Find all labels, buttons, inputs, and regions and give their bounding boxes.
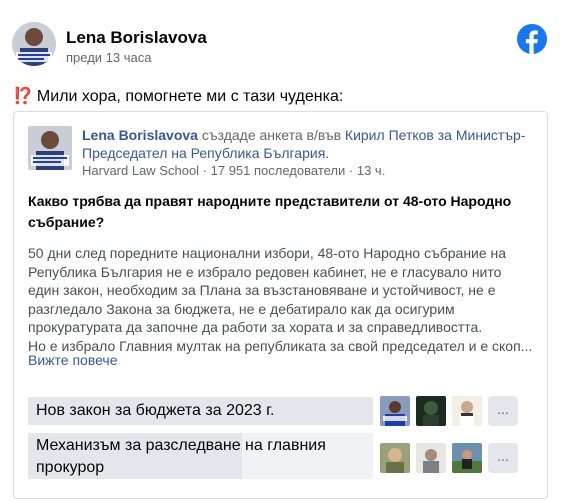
poll-option-1[interactable]: Нов закон за бюджета за 2023 г. xyxy=(28,397,373,425)
voter-avatar[interactable] xyxy=(380,443,410,473)
poll-option-1-label: Нов закон за бюджета за 2023 г. xyxy=(36,402,275,419)
poll-option-2[interactable]: Механизъм за разследване на главния прок… xyxy=(28,433,373,479)
followers-count: 17 951 последователи xyxy=(210,163,346,178)
see-more-link[interactable]: Вижте повече xyxy=(28,352,118,368)
author-name[interactable]: Lena Borislavova xyxy=(66,28,207,48)
shared-action: създаде анкета в/във xyxy=(197,127,345,143)
voter-avatar[interactable] xyxy=(416,396,446,426)
description-paragraph: 50 дни след поредните национални избори,… xyxy=(28,245,507,335)
author-avatar[interactable] xyxy=(12,22,56,66)
post-text-body: Мили хора, помогнете ми с тази чуденка: xyxy=(36,88,344,105)
more-voters-button[interactable]: ... xyxy=(488,396,518,426)
shared-timestamp[interactable]: 13 ч. xyxy=(357,163,385,178)
facebook-post: Lena Borislavova преди 13 часа ⁉️ Мили хо… xyxy=(0,0,578,501)
shared-header: Lena Borislavova създаде анкета в/във Ки… xyxy=(82,126,532,162)
voter-avatar[interactable] xyxy=(452,396,482,426)
poll-option-2-label: Механизъм за разследване на главния прок… xyxy=(36,437,326,476)
facebook-logo-icon xyxy=(517,24,547,54)
voter-avatar[interactable] xyxy=(416,443,446,473)
post-timestamp[interactable]: преди 13 часа xyxy=(66,50,151,65)
poll-description: 50 дни след поредните национални избори,… xyxy=(28,244,533,355)
source-name[interactable]: Harvard Law School xyxy=(82,163,199,178)
more-voters-button[interactable]: ... xyxy=(488,443,518,473)
voter-avatar[interactable] xyxy=(452,443,482,473)
post-text: ⁉️ Мили хора, помогнете ми с тази чуденка… xyxy=(13,86,343,106)
shared-meta: Harvard Law School · 17 951 последовател… xyxy=(82,163,386,178)
shared-author-avatar[interactable] xyxy=(28,126,72,170)
voter-avatar[interactable] xyxy=(380,396,410,426)
interrobang-icon: ⁉️ xyxy=(13,88,33,105)
shared-author-name[interactable]: Lena Borislavova xyxy=(82,127,198,143)
poll-question: Какво трябва да правят народните предста… xyxy=(28,193,512,230)
